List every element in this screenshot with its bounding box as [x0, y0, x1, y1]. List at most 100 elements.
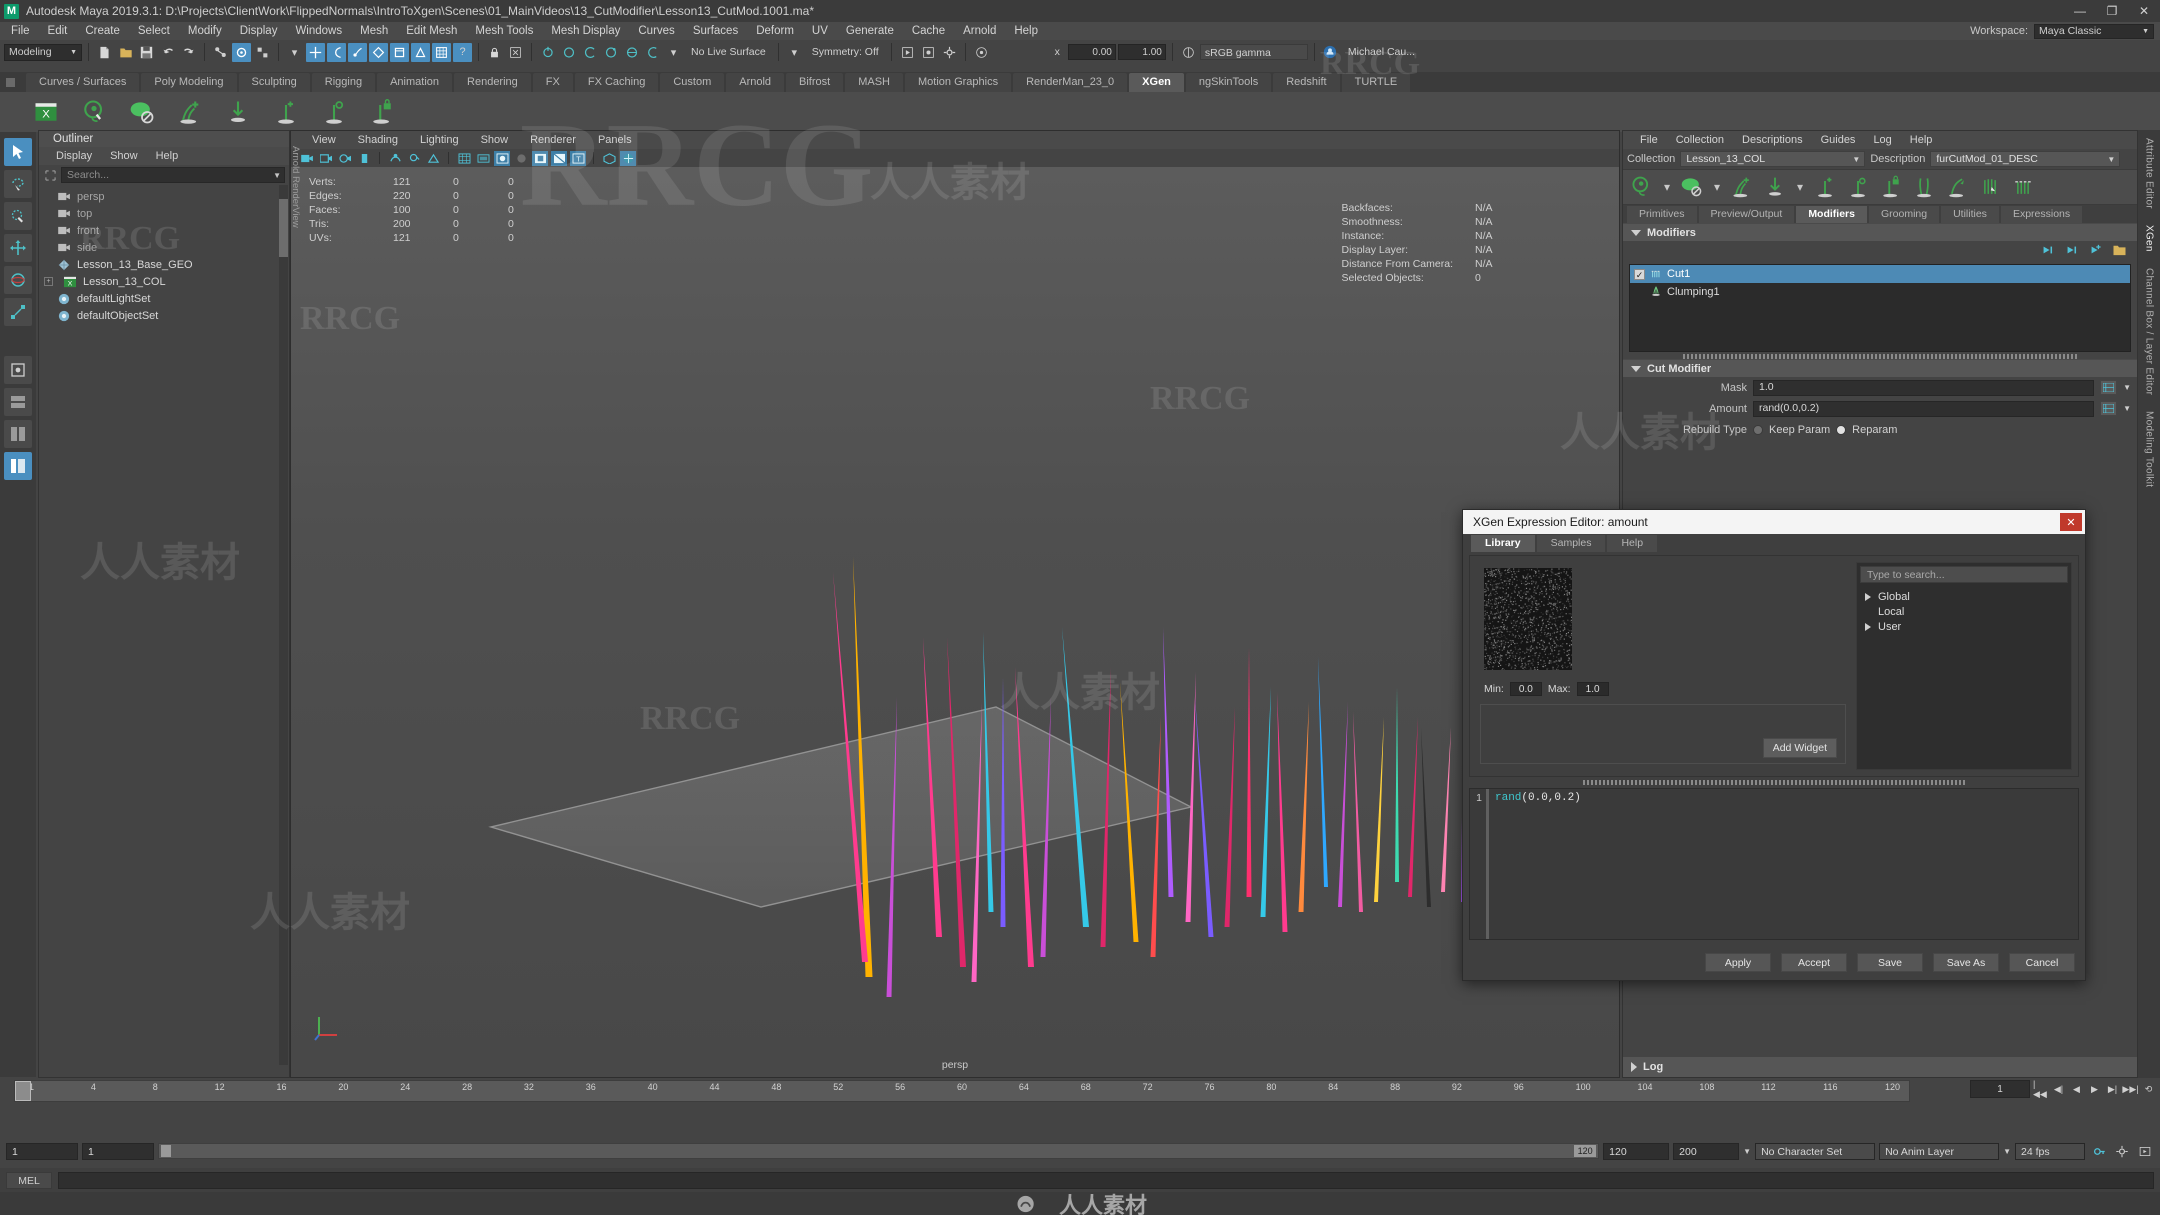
menu-file[interactable]: File: [2, 22, 39, 40]
shelf-tab-rigging[interactable]: Rigging: [311, 73, 376, 92]
xgen-primitive-settings-icon[interactable]: [318, 96, 350, 128]
tab-expressions[interactable]: Expressions: [2000, 206, 2083, 223]
chevron-down-icon[interactable]: ▼: [273, 168, 281, 183]
shelf-tab-ngskintools[interactable]: ngSkinTools: [1185, 73, 1272, 92]
collection-dropdown[interactable]: Lesson_13_COL ▼: [1680, 151, 1866, 167]
menu-surfaces[interactable]: Surfaces: [684, 22, 747, 40]
apply-button[interactable]: Apply: [1705, 953, 1771, 972]
shelf-tab-redshift[interactable]: Redshift: [1273, 73, 1340, 92]
save-as-button[interactable]: Save As: [1933, 953, 1999, 972]
add-modifier-icon[interactable]: [2088, 244, 2102, 259]
tree-item-global[interactable]: Global: [1857, 589, 2071, 604]
viewport-3d-canvas[interactable]: Verts: 121 0 0 Edges: 220 0 0 Faces: 100 0 0 Tris…: [291, 167, 1619, 1077]
show-manipulator-icon[interactable]: [538, 43, 557, 62]
script-language-selector[interactable]: MEL: [6, 1171, 52, 1189]
rotate-tool-icon[interactable]: [4, 266, 32, 294]
expand-arrow-icon[interactable]: [1865, 592, 1871, 601]
ipr-render-icon[interactable]: [919, 43, 938, 62]
dialog-close-button[interactable]: ✕: [2060, 513, 2082, 531]
list-item[interactable]: front: [39, 222, 289, 239]
modifier-list[interactable]: ✓ Cut1 Clumping1: [1629, 264, 2131, 352]
select-component-icon[interactable]: [253, 43, 272, 62]
menu-uv[interactable]: UV: [803, 22, 837, 40]
layout-single-icon[interactable]: [4, 388, 32, 416]
tree-item-local[interactable]: Local: [1857, 604, 2071, 619]
widget-area[interactable]: Add Widget: [1480, 704, 1846, 764]
step-forward-icon[interactable]: ▶|: [2105, 1080, 2120, 1098]
list-item[interactable]: + X Lesson_13_COL: [39, 273, 289, 290]
radio-keep-param[interactable]: [1753, 424, 1763, 435]
menu-generate[interactable]: Generate: [837, 22, 903, 40]
xgen-primitive-options-icon[interactable]: [1845, 174, 1871, 200]
fps-dropdown[interactable]: 24 fps: [2015, 1142, 2085, 1160]
xgen-split-primitives-icon[interactable]: [1911, 174, 1937, 200]
scrollbar-thumb[interactable]: [279, 199, 288, 257]
colorspace-icon[interactable]: [1179, 43, 1198, 62]
move-modifier-down-icon[interactable]: [2064, 244, 2078, 259]
rail-tab-modeling-toolkit[interactable]: Modeling Toolkit: [2144, 403, 2155, 495]
xgen-groom-brush-icon[interactable]: [1977, 174, 2003, 200]
anim-start-field[interactable]: 120: [1603, 1142, 1670, 1160]
layout-outliner-persp-icon[interactable]: [4, 452, 32, 480]
exposure-field[interactable]: 0.00: [1067, 44, 1116, 60]
show-nurbs-icon[interactable]: [622, 43, 641, 62]
xgen-preview-off-icon[interactable]: [126, 96, 158, 128]
character-set-dropdown[interactable]: No Character Set: [1755, 1142, 1876, 1160]
chevron-down-icon[interactable]: ▾: [1795, 174, 1805, 200]
lasso-tool-icon[interactable]: [4, 170, 32, 198]
paint-select-tool-icon[interactable]: [4, 202, 32, 230]
select-hierarchy-icon[interactable]: [211, 43, 230, 62]
menu-select[interactable]: Select: [129, 22, 179, 40]
chevron-down-icon[interactable]: ▾: [1662, 174, 1672, 200]
character-set-chevron-icon[interactable]: ▼: [1743, 1147, 1751, 1156]
anim-layer-dropdown[interactable]: No Anim Layer: [1879, 1142, 2000, 1160]
menu-mesh[interactable]: Mesh: [351, 22, 397, 40]
chevron-down-icon[interactable]: ▾: [664, 43, 683, 62]
xgen-render-toggle-icon[interactable]: [1679, 174, 1705, 200]
tab-utilities[interactable]: Utilities: [1941, 206, 1999, 223]
image-plane-icon[interactable]: [356, 151, 372, 166]
xgen-menu-help[interactable]: Help: [1901, 134, 1942, 146]
outliner-vertical-scrollbar[interactable]: [279, 185, 288, 1065]
function-search-input[interactable]: Type to search...: [1860, 566, 2068, 583]
xgen-log-section-header[interactable]: Log: [1623, 1057, 2137, 1077]
rail-tab-channel-box[interactable]: Channel Box / Layer Editor: [2144, 260, 2155, 403]
amount-map-button[interactable]: [2100, 401, 2118, 416]
dialog-splitter-handle[interactable]: [1583, 780, 1965, 785]
xgen-add-primitive-icon[interactable]: [1812, 174, 1838, 200]
animation-preferences-icon[interactable]: [2112, 1142, 2131, 1161]
menu-arnold[interactable]: Arnold: [954, 22, 1005, 40]
viewport-menu-show[interactable]: Show: [470, 134, 520, 146]
scale-tool-icon[interactable]: [4, 298, 32, 326]
shelf-tab-bifrost[interactable]: Bifrost: [786, 73, 844, 92]
wireframe-shading-icon[interactable]: [456, 151, 472, 166]
xgen-menu-file[interactable]: File: [1631, 134, 1667, 146]
shelf-tab-turtle[interactable]: TURTLE: [1341, 73, 1411, 92]
chevron-down-icon[interactable]: ▾: [1712, 174, 1722, 200]
layout-two-pane-icon[interactable]: [4, 420, 32, 448]
viewport-menu-panels[interactable]: Panels: [587, 134, 643, 146]
current-frame-field[interactable]: 1: [1970, 1080, 2030, 1098]
shaded-textured-icon[interactable]: [532, 150, 548, 166]
minimize-button[interactable]: —: [2064, 0, 2096, 22]
viewport-menu-lighting[interactable]: Lighting: [409, 134, 470, 146]
menu-modify[interactable]: Modify: [179, 22, 231, 40]
gamma-field[interactable]: 1.00: [1117, 44, 1166, 60]
snap-to-point-icon[interactable]: [348, 42, 367, 62]
select-tool-icon[interactable]: [4, 138, 32, 166]
smooth-shade-selected-icon[interactable]: [494, 150, 510, 166]
texture-view-icon[interactable]: [551, 150, 567, 166]
snap-to-plane-icon[interactable]: [369, 42, 388, 62]
snap-to-view-plane-icon[interactable]: [390, 42, 409, 62]
xgen-guide-to-curve-icon[interactable]: [1762, 174, 1788, 200]
xgen-clump-icon[interactable]: [1944, 174, 1970, 200]
snap-uv-icon[interactable]: [411, 42, 430, 62]
xgen-cut-modifier-icon[interactable]: [2010, 174, 2036, 200]
xgen-expression-editor-dialog[interactable]: XGen Expression Editor: amount ✕ Library…: [1462, 509, 2086, 981]
bookmark-camera-icon[interactable]: [337, 151, 353, 166]
workspace-dropdown[interactable]: Maya Classic ▼: [2034, 23, 2154, 39]
mask-input[interactable]: 1.0: [1753, 379, 2095, 396]
range-left-handle[interactable]: [161, 1145, 171, 1157]
list-item[interactable]: side: [39, 239, 289, 256]
range-start-field[interactable]: 1: [6, 1142, 78, 1160]
